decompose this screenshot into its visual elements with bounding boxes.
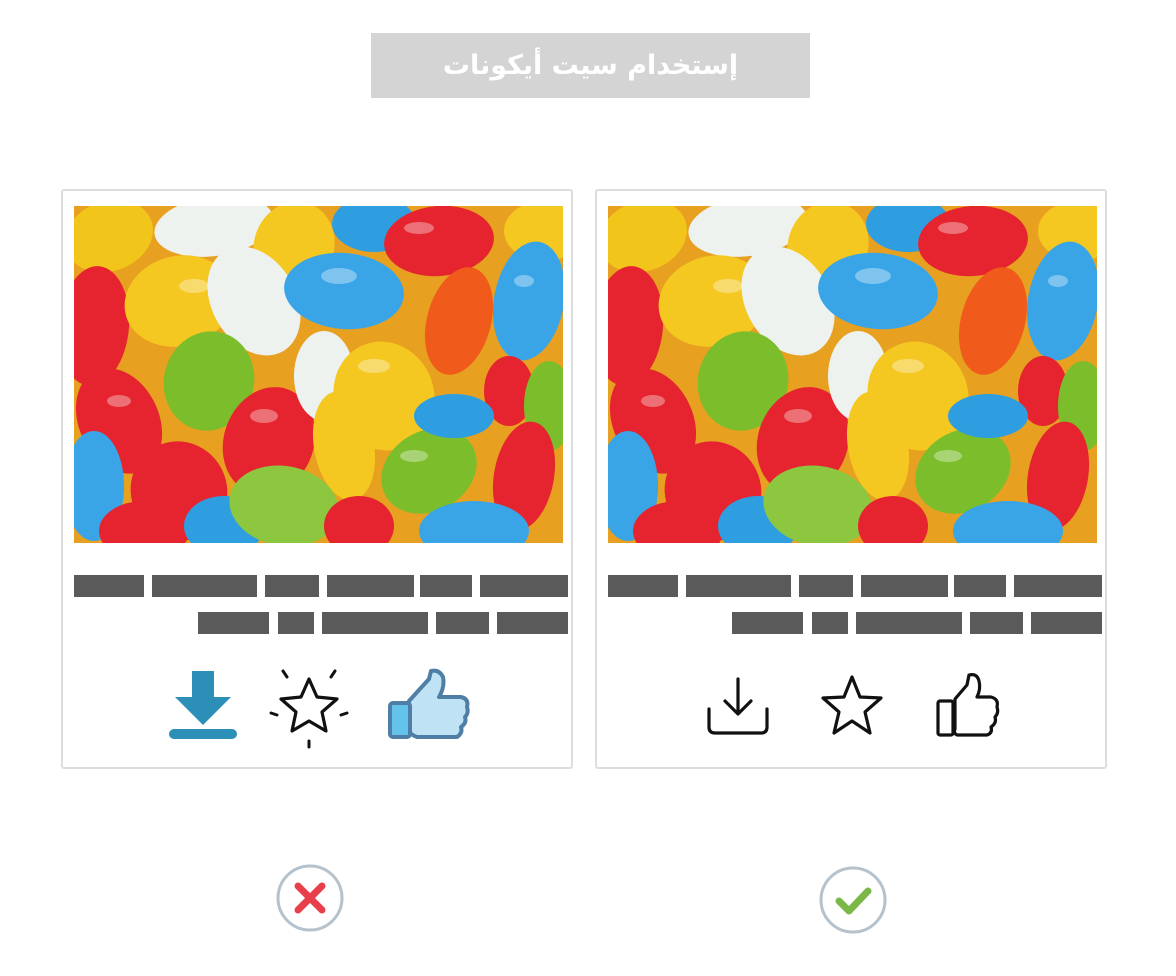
consistent-icon-row	[597, 661, 1105, 751]
jelly-beans-photo	[608, 206, 1097, 543]
incorrect-cross-icon	[276, 864, 344, 932]
star-icon[interactable]	[267, 665, 351, 749]
incorrect-example-card	[61, 189, 573, 769]
mixed-icon-row	[63, 661, 571, 751]
download-icon[interactable]	[167, 669, 239, 741]
page-title: إستخدام سيت أيكونات	[371, 33, 810, 98]
jelly-beans-photo	[74, 206, 563, 543]
thumbs-up-icon[interactable]	[387, 667, 473, 743]
placeholder-text-lines	[74, 575, 568, 634]
correct-check-icon	[819, 866, 887, 934]
download-icon[interactable]	[705, 673, 771, 739]
star-icon[interactable]	[819, 673, 885, 739]
correct-example-card	[595, 189, 1107, 769]
thumbs-up-icon[interactable]	[935, 671, 1001, 739]
placeholder-text-lines	[608, 575, 1102, 634]
